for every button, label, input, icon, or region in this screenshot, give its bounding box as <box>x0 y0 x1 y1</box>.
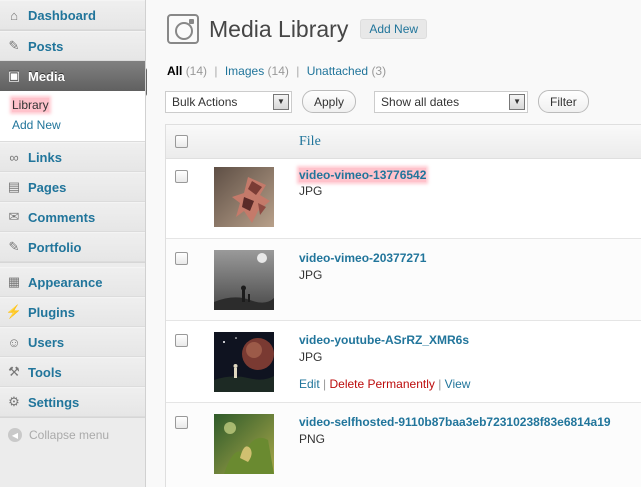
menu-label: Links <box>28 149 62 165</box>
view-unattached-link[interactable]: Unattached <box>307 64 368 78</box>
menu-label: Settings <box>28 394 80 410</box>
view-unattached-count: (3) <box>371 64 387 78</box>
view-link[interactable]: View <box>445 377 471 391</box>
table-header: File <box>166 125 641 159</box>
menu-label: Dashboard <box>28 7 96 23</box>
row-checkbox[interactable] <box>175 170 188 183</box>
view-all-link[interactable]: All <box>167 64 182 78</box>
separator: | <box>296 64 300 78</box>
menu-item-plugins[interactable]: ⚡ Plugins <box>0 297 145 327</box>
media-file-type: JPG <box>299 350 323 364</box>
pushpin-icon: ✎ <box>8 239 20 254</box>
media-file-type: JPG <box>299 268 323 282</box>
link-icon: ∞ <box>9 149 19 165</box>
table-row: video-vimeo-20377271 JPG <box>166 239 641 321</box>
table-row: video-vimeo-13776542 JPG <box>166 159 641 239</box>
menu-item-links[interactable]: ∞ Links <box>0 142 145 172</box>
media-library-icon <box>167 14 199 44</box>
menu-label: Tools <box>28 364 62 380</box>
menu-item-tools[interactable]: ⚒ Tools <box>0 357 145 387</box>
submenu-item-library[interactable]: Library <box>0 95 145 115</box>
menu-label: Plugins <box>28 304 75 320</box>
collapse-arrow-icon: ◀ <box>8 428 22 442</box>
menu-item-users[interactable]: ☺ Users <box>0 327 145 357</box>
menu-label: Comments <box>28 209 96 225</box>
collapse-menu-label: Collapse menu <box>29 428 110 442</box>
users-icon: ☺ <box>7 334 21 350</box>
media-submenu: Library Add New <box>0 91 145 142</box>
bulk-actions-select[interactable]: Bulk Actions ▼ <box>165 90 292 113</box>
date-filter-value: Show all dates <box>381 94 460 109</box>
settings-icon: ⚙ <box>8 394 20 409</box>
appearance-icon: ▦ <box>7 274 21 289</box>
row-checkbox[interactable] <box>175 416 188 429</box>
date-filter-select[interactable]: Show all dates ▼ <box>374 90 529 113</box>
media-title-link[interactable]: video-selfhosted-9110b87baa3eb72310238f8… <box>299 415 611 429</box>
menu-item-settings[interactable]: ⚙ Settings <box>0 387 145 417</box>
submenu-item-add-new[interactable]: Add New <box>0 115 145 135</box>
menu-label: Appearance <box>28 274 103 290</box>
table-nav: Bulk Actions ▼ Apply Show all dates ▼ Fi… <box>165 90 589 113</box>
pushpin-icon: ✎ <box>8 38 20 53</box>
menu-item-pages[interactable]: ▤ Pages <box>0 172 145 202</box>
menu-group-admin: ▦ Appearance ⚡ Plugins ☺ Users ⚒ Tools ⚙… <box>0 267 145 418</box>
comment-bubble-icon: ✉ <box>8 209 20 224</box>
column-header-file[interactable]: File <box>299 134 321 150</box>
menu-item-appearance[interactable]: ▦ Appearance <box>0 267 145 297</box>
row-actions: Edit | Delete Permanently | View <box>299 377 470 391</box>
view-filters: All (14) | Images (14) | Unattached (3) <box>167 64 386 78</box>
menu-label: Posts <box>28 38 64 54</box>
view-images-count: (14) <box>267 64 289 78</box>
media-thumbnail[interactable] <box>214 250 274 310</box>
menu-group-content: ✎ Posts ▣ Media Library Add New ∞ Links … <box>0 31 145 263</box>
table-row: video-selfhosted-9110b87baa3eb72310238f8… <box>166 403 641 487</box>
media-title-link[interactable]: video-youtube-ASrRZ_XMR6s <box>299 333 469 347</box>
main-content: Media Library Add New All (14) | Images … <box>147 0 641 487</box>
menu-item-comments[interactable]: ✉ Comments <box>0 202 145 232</box>
media-file-type: JPG <box>299 184 323 198</box>
menu-label: Portfolio <box>28 239 82 255</box>
menu-group-top: ⌂ Dashboard <box>0 0 145 31</box>
media-icon: ▣ <box>7 68 21 83</box>
separator: | <box>214 64 218 78</box>
media-table: File video-vimeo-13776542 JPG video-vime… <box>165 124 641 487</box>
media-file-type: PNG <box>299 432 326 446</box>
media-thumbnail[interactable] <box>214 332 274 392</box>
collapse-menu-button[interactable]: ◀ Collapse menu <box>0 418 145 442</box>
menu-item-dashboard[interactable]: ⌂ Dashboard <box>0 0 145 30</box>
page-title: Media Library <box>209 15 349 42</box>
dropdown-arrow-icon: ▼ <box>273 93 289 110</box>
apply-button[interactable]: Apply <box>302 90 357 113</box>
menu-item-posts[interactable]: ✎ Posts <box>0 31 145 61</box>
dashboard-icon: ⌂ <box>10 7 18 23</box>
row-checkbox[interactable] <box>175 334 188 347</box>
page-heading: Media Library Add New <box>167 14 428 44</box>
add-new-button[interactable]: Add New <box>360 19 428 39</box>
menu-label: Users <box>28 334 65 350</box>
plug-icon: ⚡ <box>5 304 23 319</box>
filter-button[interactable]: Filter <box>538 90 589 113</box>
media-title-link[interactable]: video-vimeo-13776542 <box>299 168 427 182</box>
menu-label: Pages <box>28 179 67 195</box>
media-thumbnail[interactable] <box>214 167 274 227</box>
table-row: video-youtube-ASrRZ_XMR6s JPG Edit | Del… <box>166 321 641 403</box>
pages-icon: ▤ <box>7 179 21 194</box>
menu-item-media[interactable]: ▣ Media <box>0 61 145 91</box>
menu-label: Media <box>28 68 65 84</box>
media-thumbnail[interactable] <box>214 414 274 474</box>
media-title-link[interactable]: video-vimeo-20377271 <box>299 251 426 265</box>
row-checkbox[interactable] <box>175 252 188 265</box>
delete-permanently-link[interactable]: Delete Permanently <box>329 377 434 391</box>
view-all-count: (14) <box>185 64 208 78</box>
admin-sidebar: ⌂ Dashboard ✎ Posts ▣ Media Library Add … <box>0 0 146 487</box>
bulk-actions-value: Bulk Actions <box>172 94 238 109</box>
tools-icon: ⚒ <box>8 364 20 379</box>
edit-link[interactable]: Edit <box>299 377 320 391</box>
menu-item-portfolio[interactable]: ✎ Portfolio <box>0 232 145 262</box>
dropdown-arrow-icon: ▼ <box>509 93 526 110</box>
view-images-link[interactable]: Images <box>225 64 264 78</box>
select-all-checkbox[interactable] <box>175 135 188 148</box>
